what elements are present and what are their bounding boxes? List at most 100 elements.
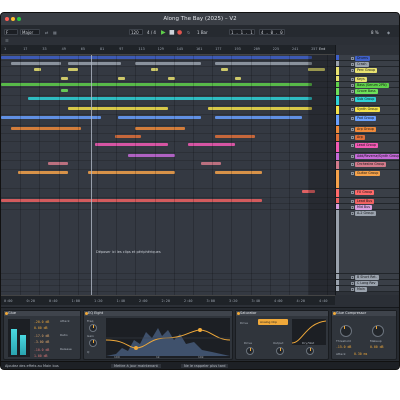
time-ruler[interactable]: 0:00 0:20 0:40 1:00 1:20 1:40 2:00 2:20 2:40 3:00…	[1, 295, 335, 305]
track-header[interactable]: Perc Group	[336, 67, 399, 76]
fold-icon[interactable]	[351, 98, 354, 101]
track-header[interactable]: Arp Group	[336, 126, 399, 134]
play-icon[interactable]: ▶	[161, 29, 166, 36]
track-header[interactable]: Add/Reverse/Synth Group	[336, 153, 399, 161]
fold-icon[interactable]	[351, 57, 354, 60]
track-header[interactable]: Grove Bass	[336, 88, 399, 96]
fold-icon[interactable]	[351, 200, 354, 203]
track-name[interactable]: Drums	[355, 56, 370, 61]
track-lane[interactable]	[1, 210, 335, 274]
track-lane[interactable]	[1, 88, 335, 96]
clip[interactable]	[234, 77, 242, 80]
track-name[interactable]: Crash	[355, 62, 369, 67]
stop-icon[interactable]: ■	[169, 29, 175, 36]
track-lane[interactable]	[1, 189, 335, 198]
fold-icon[interactable]	[351, 163, 354, 166]
track-header[interactable]: Guitar Group	[336, 170, 399, 189]
clip[interactable]	[94, 143, 168, 146]
fold-icon[interactable]	[351, 155, 354, 158]
minimize-window-icon[interactable]	[11, 17, 15, 21]
fold-icon[interactable]	[351, 191, 354, 194]
fold-icon[interactable]	[351, 172, 354, 175]
saturator-drive-knob[interactable]	[246, 347, 254, 355]
eq-freq-knob[interactable]	[89, 324, 97, 332]
clip[interactable]	[61, 77, 68, 80]
saturator-power-icon[interactable]	[237, 312, 240, 315]
fold-icon[interactable]	[351, 84, 354, 87]
track-header[interactable]: Lead Group	[336, 142, 399, 153]
compressor-power-icon[interactable]	[333, 312, 336, 315]
clip[interactable]	[117, 116, 202, 119]
eq-gain-knob[interactable]	[89, 339, 97, 347]
track-lane[interactable]	[1, 134, 335, 142]
clip[interactable]	[221, 68, 229, 71]
track-name[interactable]: Grove Bass	[355, 89, 378, 94]
track-name[interactable]: A-2 Group	[355, 211, 376, 216]
clip[interactable]	[67, 107, 168, 110]
device-eq-eight[interactable]: EQ Eight Freq Gain Q 100 1k 10k	[83, 310, 233, 360]
fold-icon[interactable]	[351, 212, 354, 215]
device-glue[interactable]: Glue -20.0 dB 0.00 dB -17.0 dB -3.00 dB …	[3, 310, 81, 360]
track-name[interactable]: Arp Group	[355, 127, 376, 132]
track-name[interactable]: Sub Group	[355, 97, 377, 102]
clip[interactable]	[114, 135, 142, 138]
track-name[interactable]: Keys	[355, 77, 367, 82]
close-window-icon[interactable]	[5, 17, 9, 21]
fold-icon[interactable]	[351, 63, 354, 66]
clip[interactable]	[67, 62, 122, 65]
time-signature[interactable]: 4 / 4	[147, 30, 156, 35]
fold-icon[interactable]	[351, 276, 354, 279]
compressor-makeup-knob[interactable]	[372, 325, 384, 337]
clip[interactable]	[134, 127, 185, 130]
track-name[interactable]: C Long Rev	[355, 281, 378, 286]
track-name[interactable]: Add/Reverse/Synth Group	[355, 154, 399, 159]
track-header[interactable]: Synth Group	[336, 106, 399, 115]
saturator-drywet-knob[interactable]	[306, 347, 314, 355]
track-name[interactable]: Main	[355, 287, 367, 292]
track-header[interactable]: Main	[336, 286, 399, 292]
track-name[interactable]: Guitar Group	[355, 171, 381, 176]
fold-icon[interactable]	[351, 282, 354, 285]
track-name[interactable]: Arp	[355, 135, 365, 140]
arrangement-view-icon[interactable]: ☰	[5, 38, 9, 43]
track-header[interactable]: FX Group	[336, 189, 399, 198]
fold-icon[interactable]	[351, 206, 354, 209]
clip[interactable]	[11, 127, 82, 130]
track-header[interactable]: Arp	[336, 134, 399, 142]
fold-icon[interactable]	[351, 69, 354, 72]
clip[interactable]	[1, 56, 312, 59]
clip[interactable]	[214, 171, 262, 174]
fold-icon[interactable]	[351, 78, 354, 81]
clip[interactable]	[214, 135, 255, 138]
eq-power-icon[interactable]	[85, 312, 88, 315]
zoom-window-icon[interactable]	[17, 17, 21, 21]
update-now-button[interactable]: Mettre à jour maintenant	[111, 364, 161, 368]
end-marker[interactable]: End	[319, 47, 325, 51]
loop-icon[interactable]: ↻	[187, 30, 190, 35]
clip[interactable]	[17, 171, 68, 174]
track-header[interactable]: Sub Group	[336, 96, 399, 106]
clip[interactable]	[61, 89, 68, 92]
clip[interactable]	[117, 77, 125, 80]
track-lane[interactable]	[1, 67, 335, 76]
link-icon[interactable]: ⇄	[45, 30, 48, 35]
track-name[interactable]: Lead Group	[355, 143, 379, 148]
track-header[interactable]: A-2 Group	[336, 210, 399, 274]
fold-icon[interactable]	[351, 108, 354, 111]
remind-later-button[interactable]: Ne le rappeler plus tard	[181, 364, 229, 368]
clip[interactable]	[134, 62, 202, 65]
fold-icon[interactable]	[351, 90, 354, 93]
fold-icon[interactable]	[351, 117, 354, 120]
record-icon[interactable]: ●	[177, 29, 182, 36]
device-power-icon[interactable]	[5, 312, 8, 315]
track-name[interactable]: FX Group	[355, 190, 375, 195]
clip[interactable]	[1, 116, 102, 119]
arrangement-view[interactable]: Déposer ici les clips et périphériques	[1, 55, 335, 295]
eq-spectrum-display[interactable]	[106, 318, 230, 358]
track-name[interactable]: Bass (Serum 2PN)	[355, 83, 389, 88]
fold-icon[interactable]	[351, 128, 354, 131]
track-header[interactable]: Pad Group	[336, 115, 399, 126]
fold-icon[interactable]	[351, 144, 354, 147]
clip[interactable]	[208, 107, 312, 110]
quantize-menu[interactable]: 1 Bar	[197, 30, 208, 35]
